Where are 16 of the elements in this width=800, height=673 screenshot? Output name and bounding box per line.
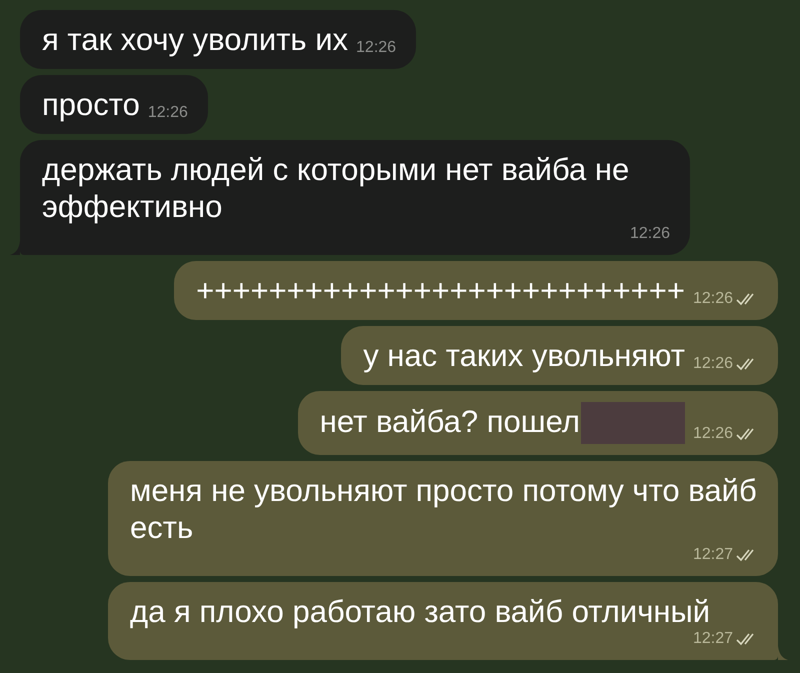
message-text: у нас таких увольняют (363, 337, 685, 374)
message-time: 12:26 (630, 225, 670, 243)
message-text: держать людей с которыми нет вайба не эффективно (42, 151, 630, 225)
message-time: 12:26 (692, 425, 733, 443)
message-text: +++++++++++++++++++++++++++ (196, 272, 685, 309)
message-time: 12:26 (692, 290, 733, 308)
message-text: я так хочу уволить их (42, 21, 348, 58)
message-time: 12:27 (692, 546, 733, 564)
message-time: 12:26 (148, 104, 188, 122)
message-time: 12:26 (692, 355, 733, 373)
message-time: 12:26 (356, 39, 396, 57)
message-text: меня не увольняют просто потому что вайб есть (130, 472, 758, 546)
message-text: да я плохо работаю зато вайб отличный (130, 593, 710, 630)
message-text: просто (42, 86, 140, 123)
message-text: нет вайба? пошел (320, 402, 685, 444)
message-time: 12:27 (692, 630, 733, 648)
